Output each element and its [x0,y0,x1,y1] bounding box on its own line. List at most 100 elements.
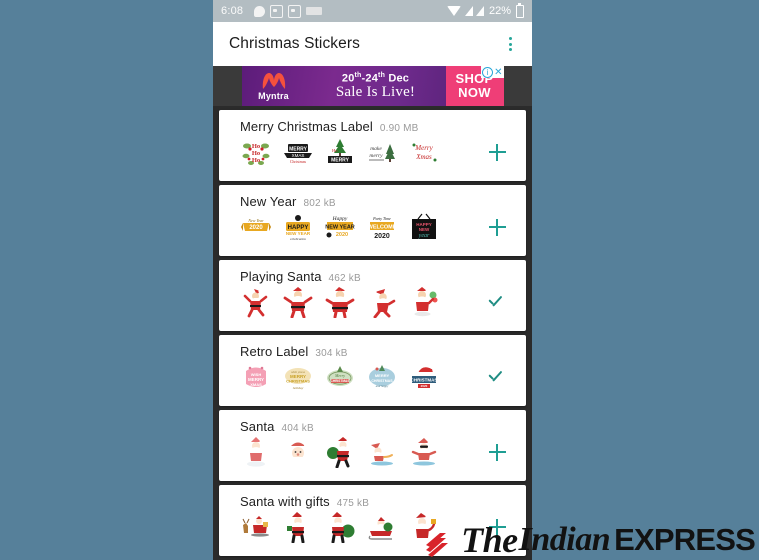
overflow-dot-3 [508,48,512,51]
pack-name: Playing Santa [240,269,322,284]
svg-text:NEW YEAR: NEW YEAR [286,231,311,236]
svg-text:CHRISTMAS: CHRISTMAS [411,378,438,383]
sticker-thumb-happy-new-year-2020-gold[interactable]: Happy NEW YEAR 2020 [324,211,356,243]
phone-screen: 6:08 22% Christmas Stickers Myntra 20th-… [213,0,532,560]
ad-copy: 20th-24th Dec Sale Is Live! [306,66,446,106]
svg-text:Ho: Ho [332,148,338,153]
svg-text:Happy: Happy [332,216,348,222]
hindi-keyboard-icon [306,7,323,15]
sticker-pack-row[interactable]: New Year 802 kB 2020 New Year HAPPY NEW YE… [219,185,526,256]
svg-text:CHRISTMAS: CHRISTMAS [286,379,310,384]
sticker-thumb-santa-reindeer-sleigh[interactable] [240,511,272,543]
sticker-thumbnails[interactable]: WISH MERRY XMAS wish you a MERRY CHRISTMAS ho… [240,361,480,393]
sticker-thumb-cream-merry-christmas-badge[interactable]: wish you a MERRY CHRISTMAS holiday [282,361,314,393]
ad-banner[interactable]: Myntra 20th-24th Dec Sale Is Live! SHOP … [213,66,532,106]
pack-name: Santa [240,419,275,434]
svg-text:2020: 2020 [336,232,348,238]
sticker-thumbnails[interactable] [240,436,480,468]
status-bar-right: 22% [446,2,524,18]
watermark-the: The [461,520,518,560]
svg-text:celebration: celebration [290,237,306,241]
myntra-mark-icon [262,72,285,89]
sticker-thumb-make-it-merry-tree[interactable]: make merry [366,136,398,168]
ad-close-icon[interactable]: ✕ [494,67,502,78]
sticker-thumb-new-year-2020-gold-ribbon[interactable]: 2020 New Year [240,211,272,243]
pack-header: Playing Santa 462 kB [240,269,514,284]
svg-text:CHRISTMAS: CHRISTMAS [331,379,350,383]
pack-header: Merry Christmas Label 0.90 MB [240,119,514,134]
pack-body: Ho Ho Ho MERRY XMAS Christmas MERRY Ho make me… [240,136,514,168]
sticker-thumb-merry-christmas-script[interactable]: Merry Xmas [408,136,440,168]
svg-text:year: year [418,233,430,239]
svg-text:XMAS: XMAS [250,382,262,387]
sticker-thumbnails[interactable]: 2020 New Year HAPPY NEW YEAR celebration Ha… [240,211,480,243]
pack-size: 802 kB [303,198,336,209]
status-bar: 6:08 22% [213,0,532,22]
svg-text:Christmas: Christmas [290,159,307,164]
add-pack-button[interactable] [480,143,514,161]
ad-cta-line2: NOW [458,85,491,100]
chat-bubble-icon [254,5,266,17]
svg-text:holiday: holiday [293,386,304,390]
svg-text:MERRY: MERRY [331,158,350,164]
overflow-dot-2 [508,42,512,46]
plus-icon [488,143,506,161]
sticker-thumb-happy-new-year-dark[interactable]: HAPPY NEW year [408,211,440,243]
svg-text:2020: 2020 [249,225,263,231]
pack-size: 475 kB [336,498,370,509]
adchoices-info-icon[interactable]: i [482,66,494,78]
svg-text:MERRY: MERRY [289,147,308,153]
svg-text:Xmas: Xmas [415,153,432,161]
sticker-thumbnails[interactable]: Ho Ho Ho MERRY XMAS Christmas MERRY Ho make me… [240,136,480,168]
pack-added-indicator[interactable] [480,370,514,384]
sticker-thumb-santa-face[interactable] [282,436,314,468]
sticker-thumb-santa-standing-gift[interactable] [282,511,314,543]
sticker-thumb-happy-new-year-gold[interactable]: HAPPY NEW YEAR celebration [282,211,314,243]
battery-percent: 22% [488,5,511,17]
sticker-thumb-santa-sitting[interactable] [240,436,272,468]
sticker-thumb-santa-dancing[interactable] [240,286,272,318]
ad-badges[interactable]: i ✕ [481,66,504,78]
ad-banner-content[interactable]: Myntra 20th-24th Dec Sale Is Live! SHOP … [241,66,504,106]
overflow-dot-1 [508,37,512,40]
pack-body: 2020 New Year HAPPY NEW YEAR celebration Ha… [240,211,514,243]
sticker-thumb-pink-retro-badge[interactable]: WISH MERRY XMAS [240,361,272,393]
sticker-pack-row[interactable]: Retro Label 304 kB WISH MERRY XMAS wish yo… [219,335,526,406]
sticker-thumb-ho-ho-ho-wreath[interactable]: Ho Ho Ho [240,136,272,168]
svg-text:Merry: Merry [414,144,433,152]
sticker-thumb-santa-with-balloons[interactable] [408,286,440,318]
add-pack-button[interactable] [480,443,514,461]
sticker-thumb-christmas-hat-badge[interactable]: CHRISTMAS 2020 [408,361,440,393]
add-pack-button[interactable] [480,218,514,236]
svg-text:CHRISTMAS: CHRISTMAS [371,379,393,383]
pack-body [240,436,514,468]
sticker-thumb-santa-green-sack[interactable] [324,511,356,543]
svg-text:NEW YEAR: NEW YEAR [325,225,355,231]
sticker-thumb-green-merry-christmas-badge[interactable]: Merry CHRISTMAS [324,361,356,393]
sticker-thumb-santa-cheering[interactable] [324,286,356,318]
pack-added-indicator[interactable] [480,295,514,309]
sticker-pack-list[interactable]: Merry Christmas Label 0.90 MB Ho Ho Ho MER… [213,106,532,560]
sticker-thumb-christmas-tree-label[interactable]: MERRY Ho [324,136,356,168]
pack-header: Santa with gifts 475 kB [240,494,514,509]
ad-subheadline: Sale Is Live! [335,83,416,100]
sticker-thumb-santa-running[interactable] [366,286,398,318]
sticker-pack-row[interactable]: Santa 404 kB [219,410,526,481]
sticker-thumb-merry-christmas-banner-black[interactable]: MERRY XMAS Christmas [282,136,314,168]
pack-header: Santa 404 kB [240,419,514,434]
sticker-thumb-santa-with-sack[interactable] [324,436,356,468]
sticker-thumb-blue-merry-christmas-oval[interactable]: MERRY CHRISTMAS and happy [366,361,398,393]
sticker-thumb-welcome-2020-gold[interactable]: Party Time WELCOME 2020 [366,211,398,243]
plus-icon [488,443,506,461]
sticker-thumb-santa-sleigh-gifts[interactable] [366,511,398,543]
sticker-pack-row[interactable]: Merry Christmas Label 0.90 MB Ho Ho Ho MER… [219,110,526,181]
overflow-menu-icon[interactable] [498,31,522,57]
myntra-wordmark: Myntra [258,90,289,101]
sticker-thumb-santa-jumping[interactable] [282,286,314,318]
sticker-thumb-santa-sunglasses[interactable] [408,436,440,468]
svg-text:Merry: Merry [334,373,345,378]
pack-size: 0.90 MB [379,123,419,134]
sticker-pack-row[interactable]: Playing Santa 462 kB [219,260,526,331]
sticker-thumb-santa-sleeping[interactable] [366,436,398,468]
sticker-thumbnails[interactable] [240,286,480,318]
